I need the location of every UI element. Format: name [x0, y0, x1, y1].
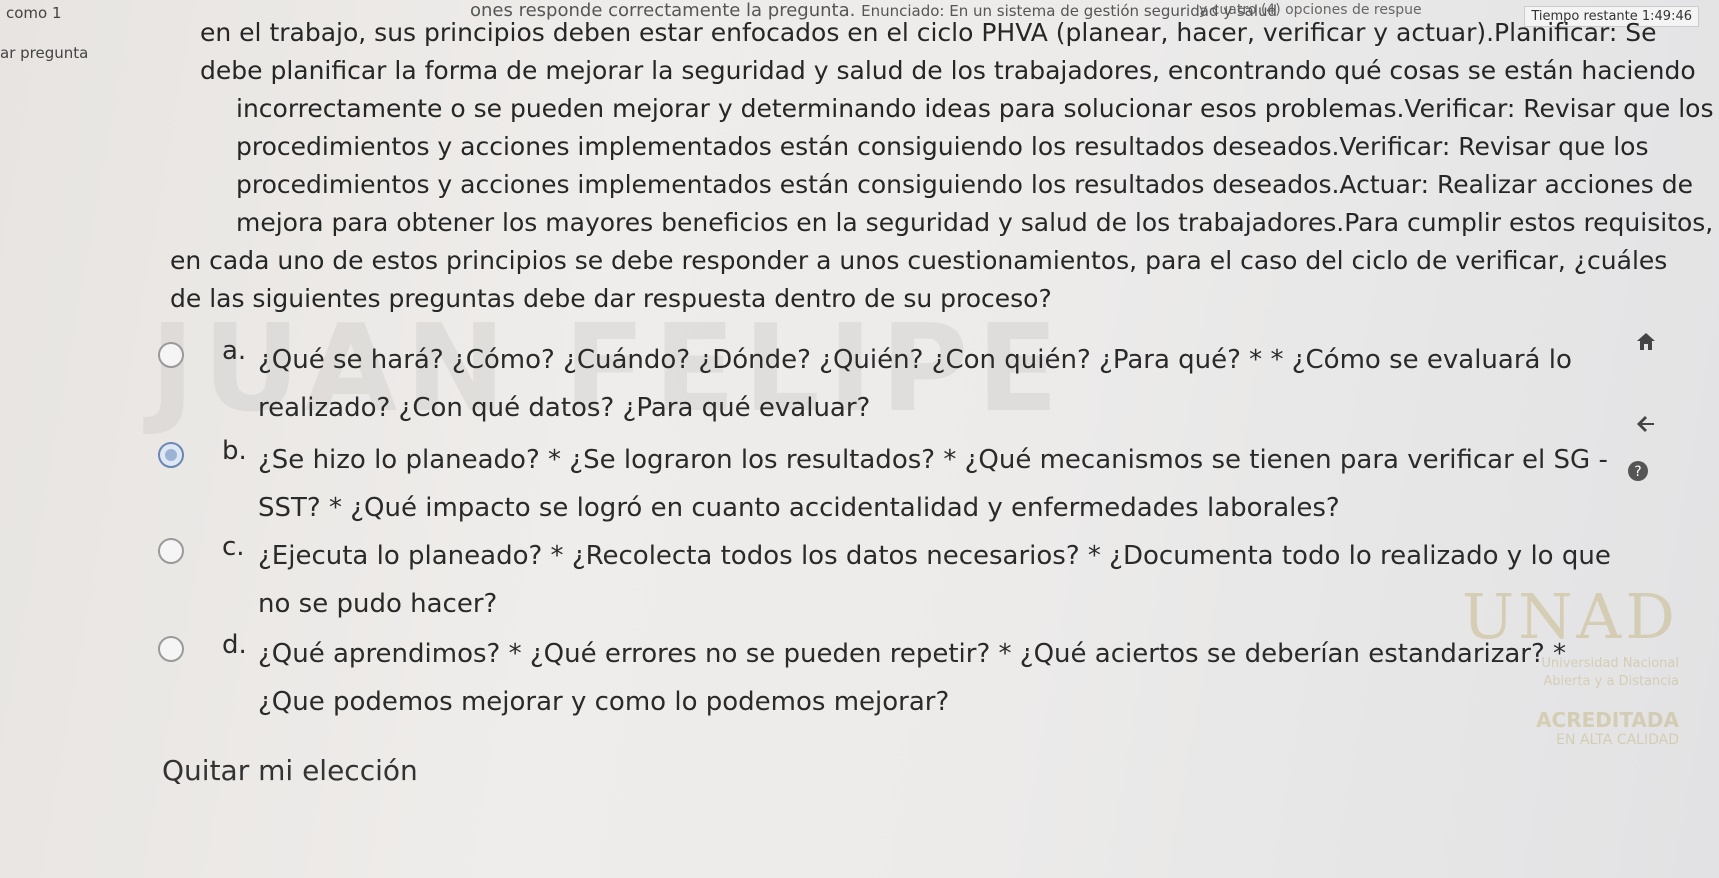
radio-option-c[interactable]	[158, 538, 184, 564]
question-number-label: como 1	[6, 4, 62, 22]
unad-name-line1: Universidad Nacional	[1541, 656, 1679, 671]
unad-logo: UNAD	[1462, 580, 1679, 653]
back-arrow-icon[interactable]	[1631, 412, 1661, 442]
question-line: de las siguientes preguntas debe dar res…	[170, 284, 1052, 313]
option-text: ¿Se hizo lo planeado? * ¿Se lograron los…	[258, 445, 1608, 523]
question-text: en el trabajo, sus principios deben esta…	[170, 14, 1714, 318]
radio-option-d[interactable]	[158, 636, 184, 662]
radio-option-b[interactable]	[158, 442, 184, 468]
option-letter: a.	[222, 336, 247, 366]
accreditation-label: ACREDITADA	[1536, 708, 1679, 732]
clear-choice-link[interactable]: Quitar mi elección	[162, 754, 418, 787]
flag-question-link[interactable]: ar pregunta	[0, 44, 88, 62]
unad-name-line2: Abierta y a Distancia	[1543, 674, 1679, 689]
option-text: ¿Qué aprendimos? * ¿Qué errores no se pu…	[258, 639, 1567, 717]
svg-text:?: ?	[1634, 464, 1641, 480]
quality-label: EN ALTA CALIDAD	[1556, 732, 1679, 748]
question-line: debe planificar la forma de mejorar la s…	[200, 56, 1696, 85]
option-letter: c.	[222, 532, 245, 562]
question-line: incorrectamente o se pueden mejorar y de…	[236, 94, 1714, 123]
question-line: en el trabajo, sus principios deben esta…	[200, 18, 1657, 47]
question-line: procedimientos y acciones implementados …	[236, 132, 1649, 161]
left-sidebar: como 1 ar pregunta	[0, 0, 180, 878]
option-text: ¿Qué se hará? ¿Cómo? ¿Cuándo? ¿Dónde? ¿Q…	[258, 345, 1572, 423]
radio-option-a[interactable]	[158, 342, 184, 368]
option-text: ¿Ejecuta lo planeado? * ¿Recolecta todos…	[258, 541, 1611, 619]
option-letter: b.	[222, 436, 247, 466]
question-line: en cada uno de estos principios se debe …	[170, 246, 1668, 275]
option-letter: d.	[222, 630, 247, 660]
question-line: mejora para obtener los mayores benefici…	[236, 208, 1714, 237]
help-icon[interactable]: ?	[1623, 460, 1653, 490]
question-line: procedimientos y acciones implementados …	[236, 170, 1694, 199]
home-icon[interactable]	[1631, 330, 1661, 360]
unad-watermark: UNAD Universidad Nacional Abierta y a Di…	[1429, 580, 1679, 760]
